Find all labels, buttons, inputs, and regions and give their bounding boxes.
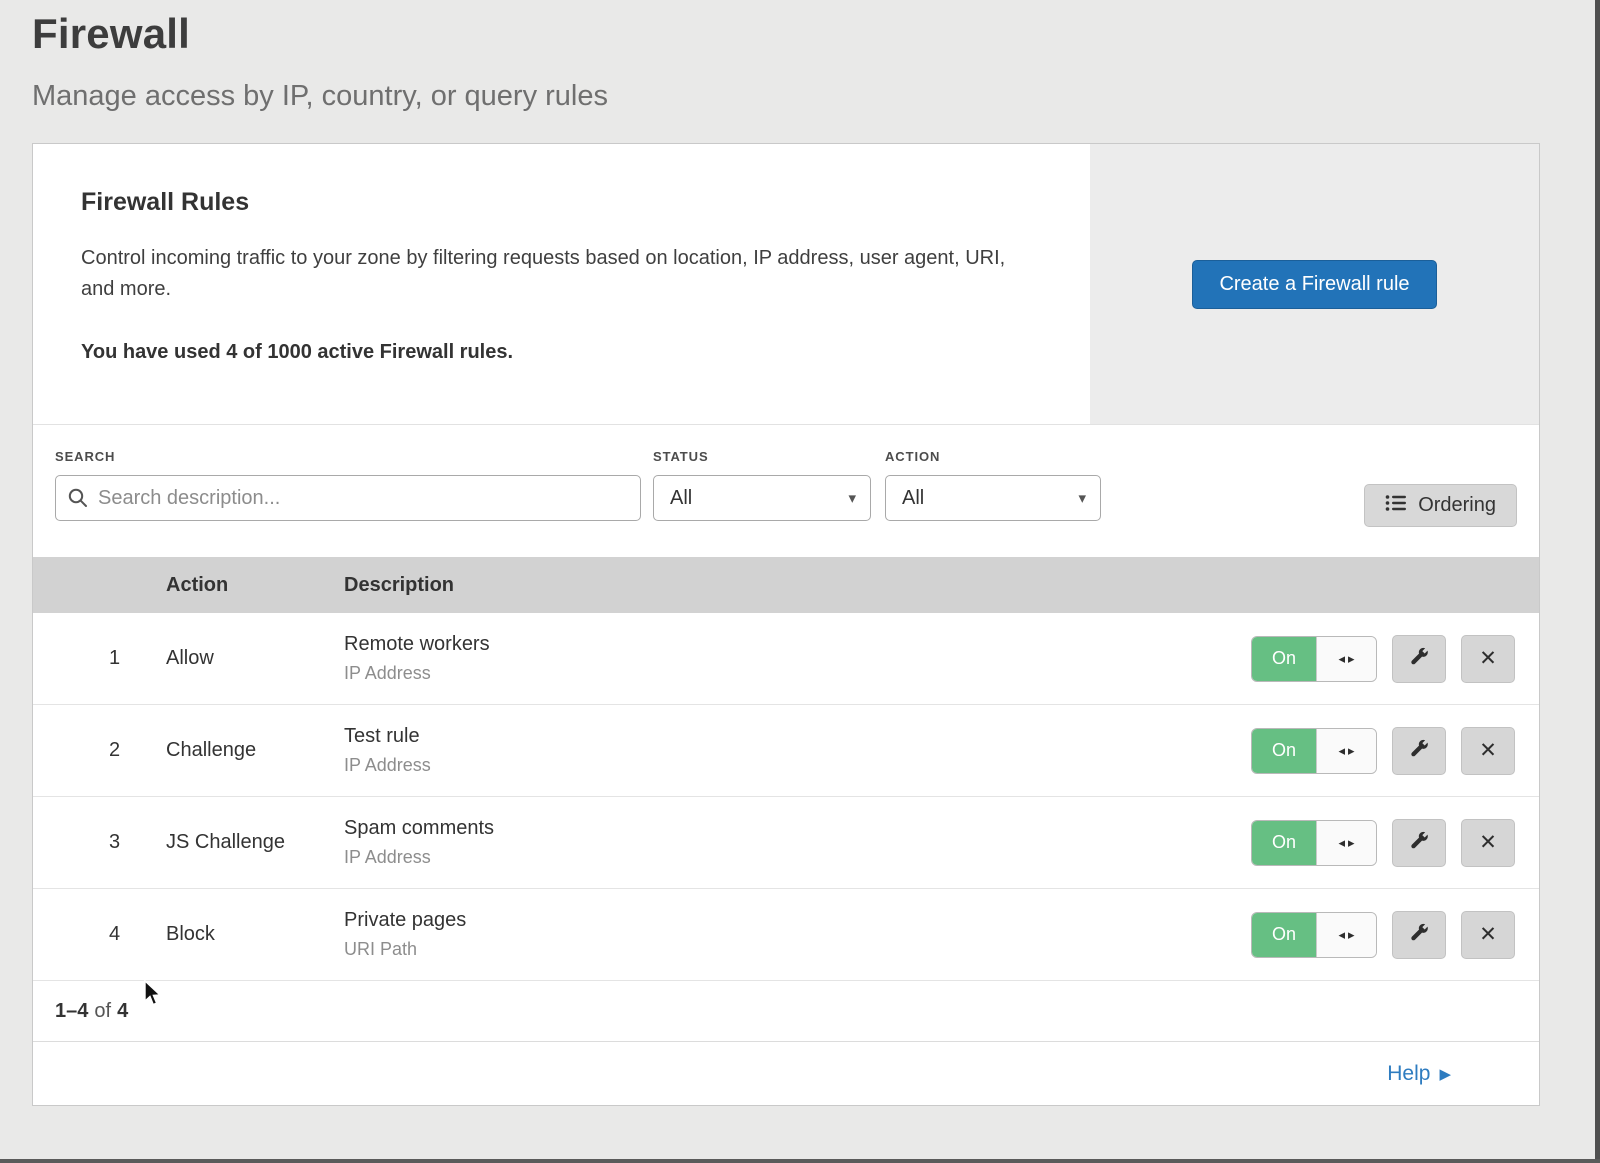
toggle-handle-icon[interactable]: ◂▸ <box>1316 637 1376 681</box>
column-header-description: Description <box>344 574 1239 597</box>
action-group: ACTION All ▾ <box>885 449 1101 521</box>
status-label: STATUS <box>653 449 871 464</box>
close-icon: ✕ <box>1479 738 1497 763</box>
rule-description: Remote workers <box>344 633 1239 656</box>
search-input[interactable] <box>55 475 641 521</box>
rules-description: Control incoming traffic to your zone by… <box>81 243 1031 305</box>
rule-action: Allow <box>166 647 344 670</box>
pagination-total: 4 <box>117 1000 128 1023</box>
table-row: 1 Allow Remote workers IP Address On ◂▸ … <box>33 613 1539 705</box>
toggle-handle-icon[interactable]: ◂▸ <box>1316 913 1376 957</box>
rule-description-cell: Spam comments IP Address <box>344 817 1239 868</box>
card-intro-text: Firewall Rules Control incoming traffic … <box>33 144 1090 424</box>
rule-number: 1 <box>33 647 166 670</box>
chevron-down-icon: ▾ <box>848 489 856 507</box>
help-link-label: Help <box>1387 1062 1430 1086</box>
delete-rule-button[interactable]: ✕ <box>1461 911 1515 959</box>
toggle-state-label: On <box>1252 913 1316 957</box>
rule-type: IP Address <box>344 755 1239 776</box>
rule-number: 3 <box>33 831 166 854</box>
table-row: 3 JS Challenge Spam comments IP Address … <box>33 797 1539 889</box>
page-title: Firewall <box>32 10 1600 58</box>
edit-rule-button[interactable] <box>1392 727 1446 775</box>
rule-type: IP Address <box>344 663 1239 684</box>
pagination-range: 1–4 <box>55 1000 88 1023</box>
rule-number: 2 <box>33 739 166 762</box>
page-subtitle: Manage access by IP, country, or query r… <box>32 80 1600 113</box>
page-header: Firewall Manage access by IP, country, o… <box>0 0 1600 113</box>
wrench-icon <box>1408 738 1430 763</box>
card-intro-aside: Create a Firewall rule <box>1090 144 1539 424</box>
ordering-button-label: Ordering <box>1418 494 1496 517</box>
rules-heading: Firewall Rules <box>81 188 1042 217</box>
wrench-icon <box>1408 646 1430 671</box>
filter-bar: SEARCH STATUS All ▾ ACTION All ▾ <box>33 425 1539 557</box>
rule-enabled-toggle[interactable]: On ◂▸ <box>1251 912 1377 958</box>
rule-type: URI Path <box>344 939 1239 960</box>
ordering-button[interactable]: Ordering <box>1364 484 1517 527</box>
delete-rule-button[interactable]: ✕ <box>1461 635 1515 683</box>
rule-description-cell: Private pages URI Path <box>344 909 1239 960</box>
rule-action: JS Challenge <box>166 831 344 854</box>
search-label: SEARCH <box>55 449 641 464</box>
rule-number: 4 <box>33 923 166 946</box>
create-firewall-rule-button[interactable]: Create a Firewall rule <box>1192 260 1436 309</box>
rules-usage-count: You have used 4 of 1000 active Firewall … <box>81 341 1042 364</box>
rule-enabled-toggle[interactable]: On ◂▸ <box>1251 636 1377 682</box>
toggle-handle-icon[interactable]: ◂▸ <box>1316 729 1376 773</box>
edit-rule-button[interactable] <box>1392 911 1446 959</box>
rule-enabled-toggle[interactable]: On ◂▸ <box>1251 820 1377 866</box>
rule-action: Challenge <box>166 739 344 762</box>
wrench-icon <box>1408 922 1430 947</box>
help-link[interactable]: Help ▶ <box>1387 1062 1451 1086</box>
edit-rule-button[interactable] <box>1392 635 1446 683</box>
close-icon: ✕ <box>1479 922 1497 947</box>
action-dropdown[interactable]: All ▾ <box>885 475 1101 521</box>
edit-rule-button[interactable] <box>1392 819 1446 867</box>
window-edge-bottom <box>0 1159 1600 1163</box>
chevron-down-icon: ▾ <box>1078 489 1086 507</box>
status-dropdown[interactable]: All ▾ <box>653 475 871 521</box>
toggle-state-label: On <box>1252 729 1316 773</box>
action-label: ACTION <box>885 449 1101 464</box>
rule-description: Test rule <box>344 725 1239 748</box>
table-row: 4 Block Private pages URI Path On ◂▸ ✕ <box>33 889 1539 981</box>
pagination: 1–4 of 4 <box>33 981 1539 1041</box>
rule-description: Spam comments <box>344 817 1239 840</box>
wrench-icon <box>1408 830 1430 855</box>
toggle-state-label: On <box>1252 637 1316 681</box>
rule-description: Private pages <box>344 909 1239 932</box>
delete-rule-button[interactable]: ✕ <box>1461 819 1515 867</box>
status-group: STATUS All ▾ <box>653 449 871 521</box>
close-icon: ✕ <box>1479 830 1497 855</box>
action-dropdown-value: All <box>902 487 924 510</box>
ordering-icon <box>1385 494 1407 518</box>
table-row: 2 Challenge Test rule IP Address On ◂▸ ✕ <box>33 705 1539 797</box>
firewall-rules-card: Firewall Rules Control incoming traffic … <box>32 143 1540 1106</box>
rule-description-cell: Test rule IP Address <box>344 725 1239 776</box>
column-header-action: Action <box>166 574 344 597</box>
card-footer: Help ▶ <box>33 1041 1539 1105</box>
rule-type: IP Address <box>344 847 1239 868</box>
close-icon: ✕ <box>1479 646 1497 671</box>
search-icon <box>67 487 89 514</box>
rule-action: Block <box>166 923 344 946</box>
status-dropdown-value: All <box>670 487 692 510</box>
pagination-of: of <box>94 1000 111 1023</box>
rule-enabled-toggle[interactable]: On ◂▸ <box>1251 728 1377 774</box>
search-group: SEARCH <box>55 449 641 521</box>
rule-description-cell: Remote workers IP Address <box>344 633 1239 684</box>
help-arrow-icon: ▶ <box>1439 1065 1451 1083</box>
toggle-handle-icon[interactable]: ◂▸ <box>1316 821 1376 865</box>
card-intro-section: Firewall Rules Control incoming traffic … <box>33 144 1539 425</box>
window-edge-right <box>1595 0 1600 1163</box>
toggle-state-label: On <box>1252 821 1316 865</box>
rules-table-header: Action Description <box>33 557 1539 613</box>
delete-rule-button[interactable]: ✕ <box>1461 727 1515 775</box>
